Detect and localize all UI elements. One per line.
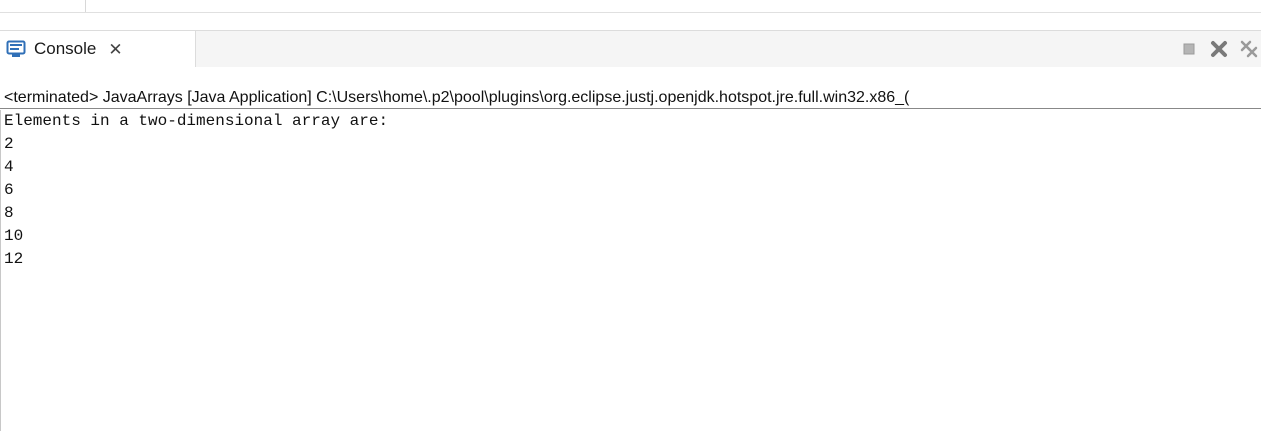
console-line: Elements in a two-dimensional array are: bbox=[4, 112, 389, 130]
launch-status-line: <terminated> JavaArrays [Java Applicatio… bbox=[0, 87, 1261, 109]
console-line: 12 bbox=[4, 250, 24, 268]
console-icon bbox=[6, 39, 26, 59]
tab-console-label: Console bbox=[34, 39, 97, 58]
console-toolbar bbox=[1179, 31, 1261, 67]
console-line: 4 bbox=[4, 158, 14, 176]
terminate-icon[interactable] bbox=[1179, 39, 1199, 59]
strip-divider bbox=[85, 0, 86, 12]
remove-launch-icon[interactable] bbox=[1209, 39, 1229, 59]
console-line: 10 bbox=[4, 227, 24, 245]
console-line: 2 bbox=[4, 135, 14, 153]
console-line: 8 bbox=[4, 204, 14, 222]
editor-area-strip bbox=[0, 0, 1261, 13]
console-output-area[interactable]: Elements in a two-dimensional array are:… bbox=[0, 110, 1261, 431]
tab-console[interactable]: Console ✕ bbox=[0, 31, 196, 67]
console-line: 6 bbox=[4, 181, 14, 199]
remove-all-terminated-icon[interactable] bbox=[1239, 39, 1259, 59]
close-icon[interactable]: ✕ bbox=[108, 41, 122, 58]
console-view-header: Console ✕ bbox=[0, 30, 1261, 67]
